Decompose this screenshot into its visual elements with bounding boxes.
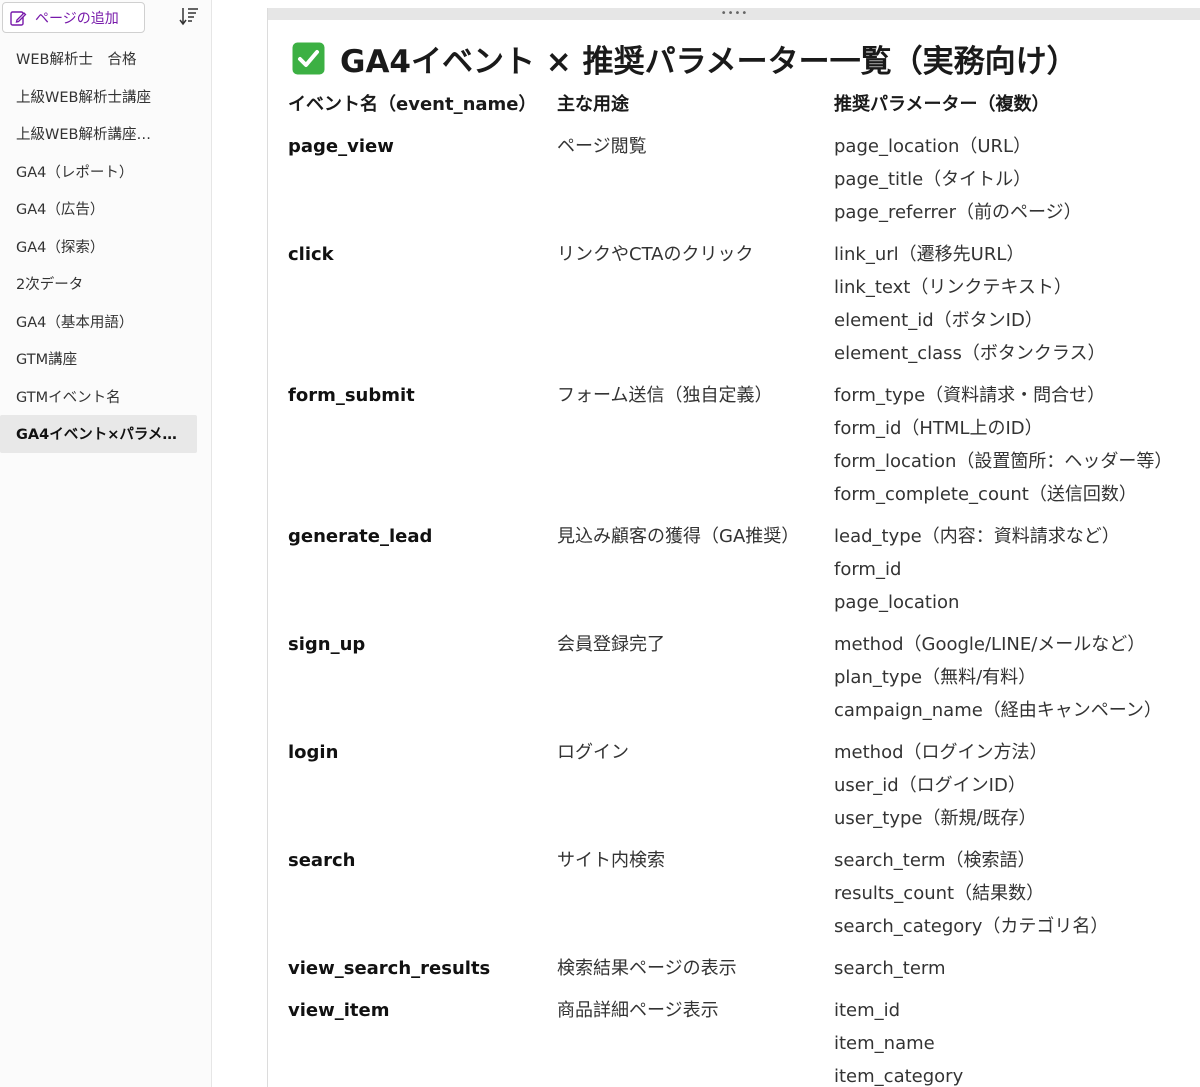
event-param-item: item_category [834,1066,964,1087]
event-use-cell: フォーム送信（独自定義） [557,385,773,406]
event-use-cell: ログイン [557,742,629,763]
event-use-cell: 会員登録完了 [557,634,665,655]
event-name-cell: generate_lead [288,526,433,547]
main-area: •••• GA4イベント × 推奨パラメーター一覧（実務向け） イベント名（ev… [213,0,1200,1087]
table-header-cell: イベント名（event_name） [288,94,537,115]
sidebar-page-item[interactable]: GTMイベント名 [0,378,197,416]
page-list: WEB解析士 合格 上級WEB解析士講座 上級WEB解析講座… GA4（レポート） GA… [0,40,212,453]
event-use-cell: 検索結果ページの表示 [557,958,737,979]
table-header-cell: 推奨パラメーター（複数） [834,94,1050,115]
event-param-item: form_type（資料請求・問合せ） [834,385,1106,406]
page-content: •••• GA4イベント × 推奨パラメーター一覧（実務向け） イベント名（ev… [267,8,1200,1087]
event-name-cell: search [288,850,356,871]
event-param-item: lead_type（内容：資料請求など） [834,526,1120,547]
event-param-item: user_type（新規/既存） [834,808,1037,829]
event-name-cell: sign_up [288,634,366,655]
event-param-item: form_id [834,559,902,580]
sidebar-page-item[interactable]: GA4（探索） [0,228,197,266]
check-mark-button-icon [292,42,325,75]
event-param-item: form_location（設置箇所：ヘッダー等） [834,451,1173,472]
event-use-cell: リンクやCTAのクリック [557,244,754,265]
event-param-item: form_complete_count（送信回数） [834,484,1137,505]
event-use-cell: 商品詳細ページ表示 [557,1000,719,1021]
event-name-cell: view_search_results [288,958,491,979]
event-param-item: method（Google/LINE/メールなど） [834,634,1146,655]
event-param-item: search_term（検索語） [834,850,1036,871]
event-name-cell: click [288,244,334,265]
sidebar-page-item[interactable]: 上級WEB解析士講座 [0,78,197,116]
event-param-item: element_id（ボタンID） [834,310,1043,331]
sidebar-page-item[interactable]: GA4イベント×パラメ… [0,415,197,453]
add-page-button[interactable]: ページの追加 [2,2,145,33]
event-name-cell: form_submit [288,385,415,406]
event-param-item: element_class（ボタンクラス） [834,343,1106,364]
event-name-cell: view_item [288,1000,390,1021]
sidebar: ページの追加 WEB解析士 合格 上級WEB解析士講座 上級WEB解析講座… GA4（… [0,0,212,1087]
edit-page-icon [9,9,27,27]
event-param-item: method（ログイン方法） [834,742,1048,763]
sort-pages-button[interactable] [176,6,202,30]
sidebar-page-item[interactable]: GTM講座 [0,340,197,378]
sidebar-page-item[interactable]: GA4（基本用語） [0,303,197,341]
drag-handle[interactable]: •••• [268,8,1200,20]
event-param-item: item_id [834,1000,901,1021]
add-page-label: ページの追加 [35,10,119,27]
drag-dots-icon: •••• [720,8,749,19]
event-use-cell: ページ閲覧 [557,136,647,157]
event-param-item: results_count（結果数） [834,883,1045,904]
event-name-cell: page_view [288,136,394,157]
sidebar-page-item[interactable]: GA4（レポート） [0,153,197,191]
event-use-cell: サイト内検索 [557,850,665,871]
event-param-item: campaign_name（経由キャンペーン） [834,700,1162,721]
event-param-item: link_url（遷移先URL） [834,244,1025,265]
event-use-cell: 見込み顧客の獲得（GA推奨） [557,526,800,547]
event-param-item: page_location（URL） [834,136,1032,157]
page-title-text: GA4イベント × 推奨パラメーター一覧（実務向け） [340,44,1078,80]
event-name-cell: login [288,742,339,763]
sidebar-page-item[interactable]: WEB解析士 合格 [0,40,197,78]
event-param-item: plan_type（無料/有料） [834,667,1037,688]
sidebar-page-item[interactable]: 2次データ [0,265,197,303]
event-param-item: item_name [834,1033,935,1054]
event-param-item: page_location [834,592,960,613]
sidebar-page-item[interactable]: 上級WEB解析講座… [0,115,197,153]
event-param-item: link_text（リンクテキスト） [834,277,1072,298]
event-param-item: form_id（HTML上のID） [834,418,1043,439]
sort-icon [178,5,200,31]
table-header-cell: 主な用途 [557,94,629,115]
sidebar-page-item[interactable]: GA4（広告） [0,190,197,228]
event-param-item: user_id（ログインID） [834,775,1026,796]
page-title: GA4イベント × 推奨パラメーター一覧（実務向け） [292,36,1078,81]
event-param-item: search_term [834,958,946,979]
event-param-item: page_referrer（前のページ） [834,202,1082,223]
event-param-item: search_category（カテゴリ名） [834,916,1109,937]
event-param-item: page_title（タイトル） [834,169,1032,190]
